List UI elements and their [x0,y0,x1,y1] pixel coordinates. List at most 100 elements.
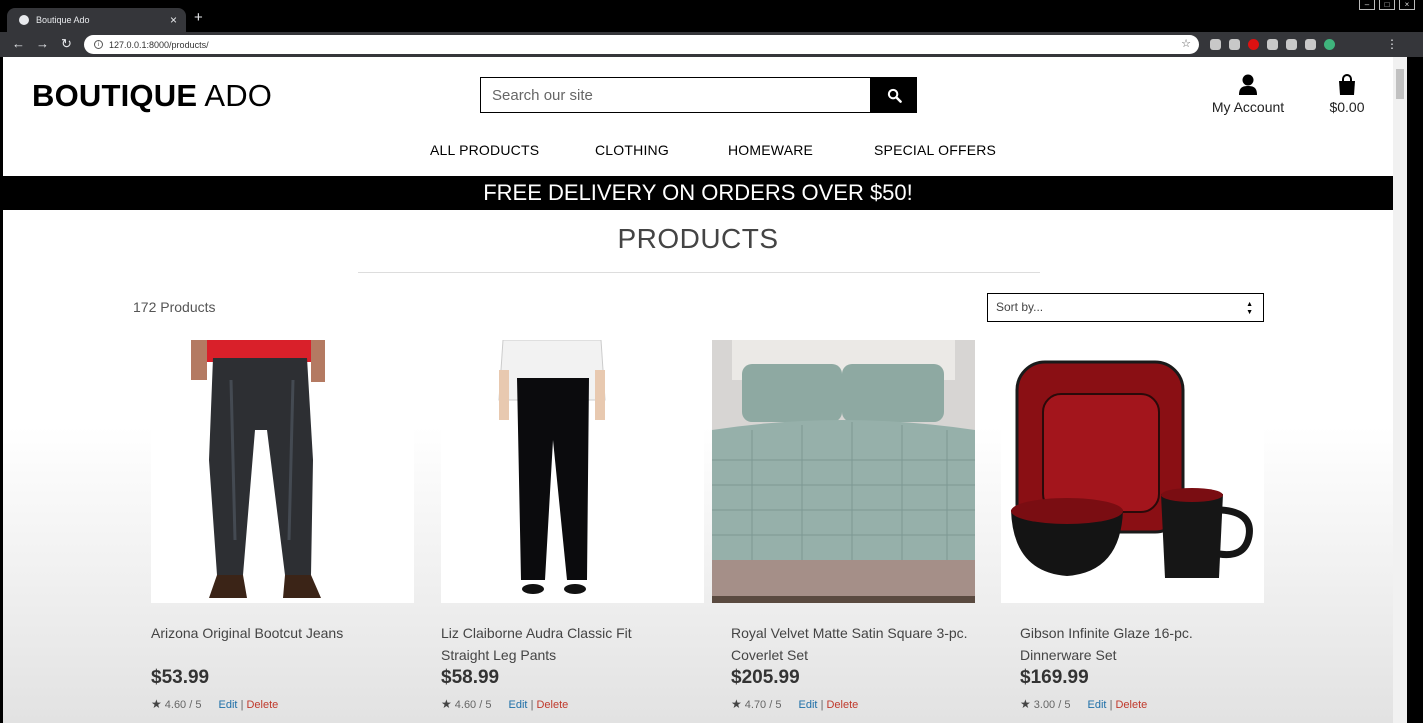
product-price: $169.99 [1020,667,1089,688]
product-name[interactable]: Gibson Infinite Glaze 16-pc. Dinnerware … [1020,622,1260,666]
edit-link[interactable]: Edit [219,699,238,711]
product-meta: ★ 3.00 / 5 Edit | Delete [1020,697,1147,711]
coverlet-image [712,340,975,603]
page-title: PRODUCTS [617,223,779,254]
extension-icon[interactable] [1305,39,1316,50]
product-image-coverlet[interactable] [712,340,975,603]
delivery-banner: FREE DELIVERY ON ORDERS OVER $50! [3,176,1393,210]
shopping-bag[interactable]: $0.00 [1322,73,1372,115]
product-image-pants[interactable] [441,340,704,603]
product-name[interactable]: Royal Velvet Matte Satin Square 3-pc. Co… [731,622,971,666]
product-rating: 3.00 / 5 [1033,699,1071,711]
site-logo[interactable]: BOUTIQUE ADO [32,78,272,114]
search-icon [887,88,902,103]
new-tab-icon[interactable]: + [194,9,203,26]
user-icon [1239,74,1257,95]
nav-clothing[interactable]: CLOTHING [595,142,669,158]
product-meta: ★ 4.60 / 5 Edit | Delete [151,697,278,711]
product-price: $205.99 [731,667,800,688]
edit-link[interactable]: Edit [799,699,818,711]
star-icon: ★ [441,697,452,711]
link-separator: | [530,699,534,711]
delete-link[interactable]: Delete [826,699,858,711]
globe-icon [19,15,29,25]
url-text: 127.0.0.1:8000/products/ [109,39,209,50]
select-arrows-icon: ▲ ▼ [1246,301,1253,316]
product-meta: ★ 4.70 / 5 Edit | Delete [731,697,858,711]
forward-icon[interactable]: → [36,37,49,51]
link-separator: | [820,699,824,711]
product-image-jeans[interactable] [151,340,414,603]
logo-light: ADO [204,78,273,113]
bag-total: $0.00 [1329,99,1365,115]
delete-link[interactable]: Delete [246,699,278,711]
edit-link[interactable]: Edit [1088,699,1107,711]
search-input[interactable] [480,77,871,113]
my-account-menu[interactable]: My Account [1208,73,1288,115]
product-rating: 4.60 / 5 [164,699,202,711]
address-bar[interactable]: i 127.0.0.1:8000/products/ ☆ [84,35,1199,54]
product-price: $53.99 [151,667,210,688]
product-image-dinnerware[interactable] [1001,340,1264,603]
profile-icon[interactable] [1324,39,1335,50]
browser-tab[interactable]: Boutique Ado × [7,8,186,32]
product-count: 172 Products [133,299,216,315]
product-card: Royal Velvet Matte Satin Square 3-pc. Co… [712,340,975,711]
product-card: Liz Claiborne Audra Classic Fit Straight… [441,340,704,711]
shopping-bag-icon [1339,74,1355,95]
product-meta: ★ 4.60 / 5 Edit | Delete [441,697,568,711]
extension-icon[interactable] [1248,39,1259,50]
delete-link[interactable]: Delete [536,699,568,711]
info-icon[interactable]: i [94,40,103,49]
star-icon: ★ [151,697,162,711]
search-form [480,77,917,113]
product-rating: 4.60 / 5 [454,699,492,711]
sort-label: Sort by... [996,300,1044,314]
product-name[interactable]: Liz Claiborne Audra Classic Fit Straight… [441,622,681,666]
delete-link[interactable]: Delete [1115,699,1147,711]
extension-icon[interactable] [1286,39,1297,50]
scroll-thumb[interactable] [1396,69,1404,99]
extension-icons [1210,39,1335,50]
star-icon: ★ [731,697,742,711]
logo-bold: BOUTIQUE [32,78,198,113]
star-icon: ★ [1020,697,1031,711]
product-card: Arizona Original Bootcut Jeans $53.99 ★ 4… [151,340,414,711]
bookmark-star-icon[interactable]: ☆ [1181,37,1191,50]
nav-special-offers[interactable]: SPECIAL OFFERS [874,142,996,158]
page-scrollbar[interactable] [1393,57,1407,723]
page: BOUTIQUE ADO My Account $0.00 [3,57,1393,723]
tab-title: Boutique Ado [36,15,90,25]
reload-icon[interactable]: ↻ [61,37,72,51]
window-controls: – □ × [1359,0,1415,10]
sort-select[interactable]: Sort by... ▲ ▼ [987,293,1264,322]
jeans-image [151,340,414,603]
window-close-icon[interactable]: × [1399,0,1415,10]
product-name[interactable]: Arizona Original Bootcut Jeans [151,622,391,644]
extension-icon[interactable] [1210,39,1221,50]
browser-menu-icon[interactable]: ⋮ [1386,37,1398,51]
close-icon[interactable]: × [170,13,177,27]
nav-homeware[interactable]: HOMEWARE [728,142,813,158]
edit-link[interactable]: Edit [509,699,528,711]
product-card: Gibson Infinite Glaze 16-pc. Dinnerware … [1001,340,1264,711]
product-price: $58.99 [441,667,500,688]
browser-toolbar: ← → ↻ i 127.0.0.1:8000/products/ ☆ ⋮ [0,32,1423,57]
dinnerware-image [1001,340,1264,603]
title-divider [358,272,1040,273]
link-separator: | [240,699,244,711]
maximize-icon[interactable]: □ [1379,0,1395,10]
extension-icon[interactable] [1267,39,1278,50]
minimize-icon[interactable]: – [1359,0,1375,10]
back-icon[interactable]: ← [12,37,25,51]
pants-image [441,340,704,603]
extension-icon[interactable] [1229,39,1240,50]
nav-all-products[interactable]: ALL PRODUCTS [430,142,539,158]
link-separator: | [1109,699,1113,711]
main-nav: ALL PRODUCTS CLOTHING HOMEWARE SPECIAL O… [3,142,1393,162]
search-button[interactable] [871,77,917,113]
window-edge [1407,57,1423,723]
product-rating: 4.70 / 5 [744,699,782,711]
browser-tab-strip: Boutique Ado × + – □ × [0,0,1423,32]
account-label: My Account [1211,99,1285,115]
